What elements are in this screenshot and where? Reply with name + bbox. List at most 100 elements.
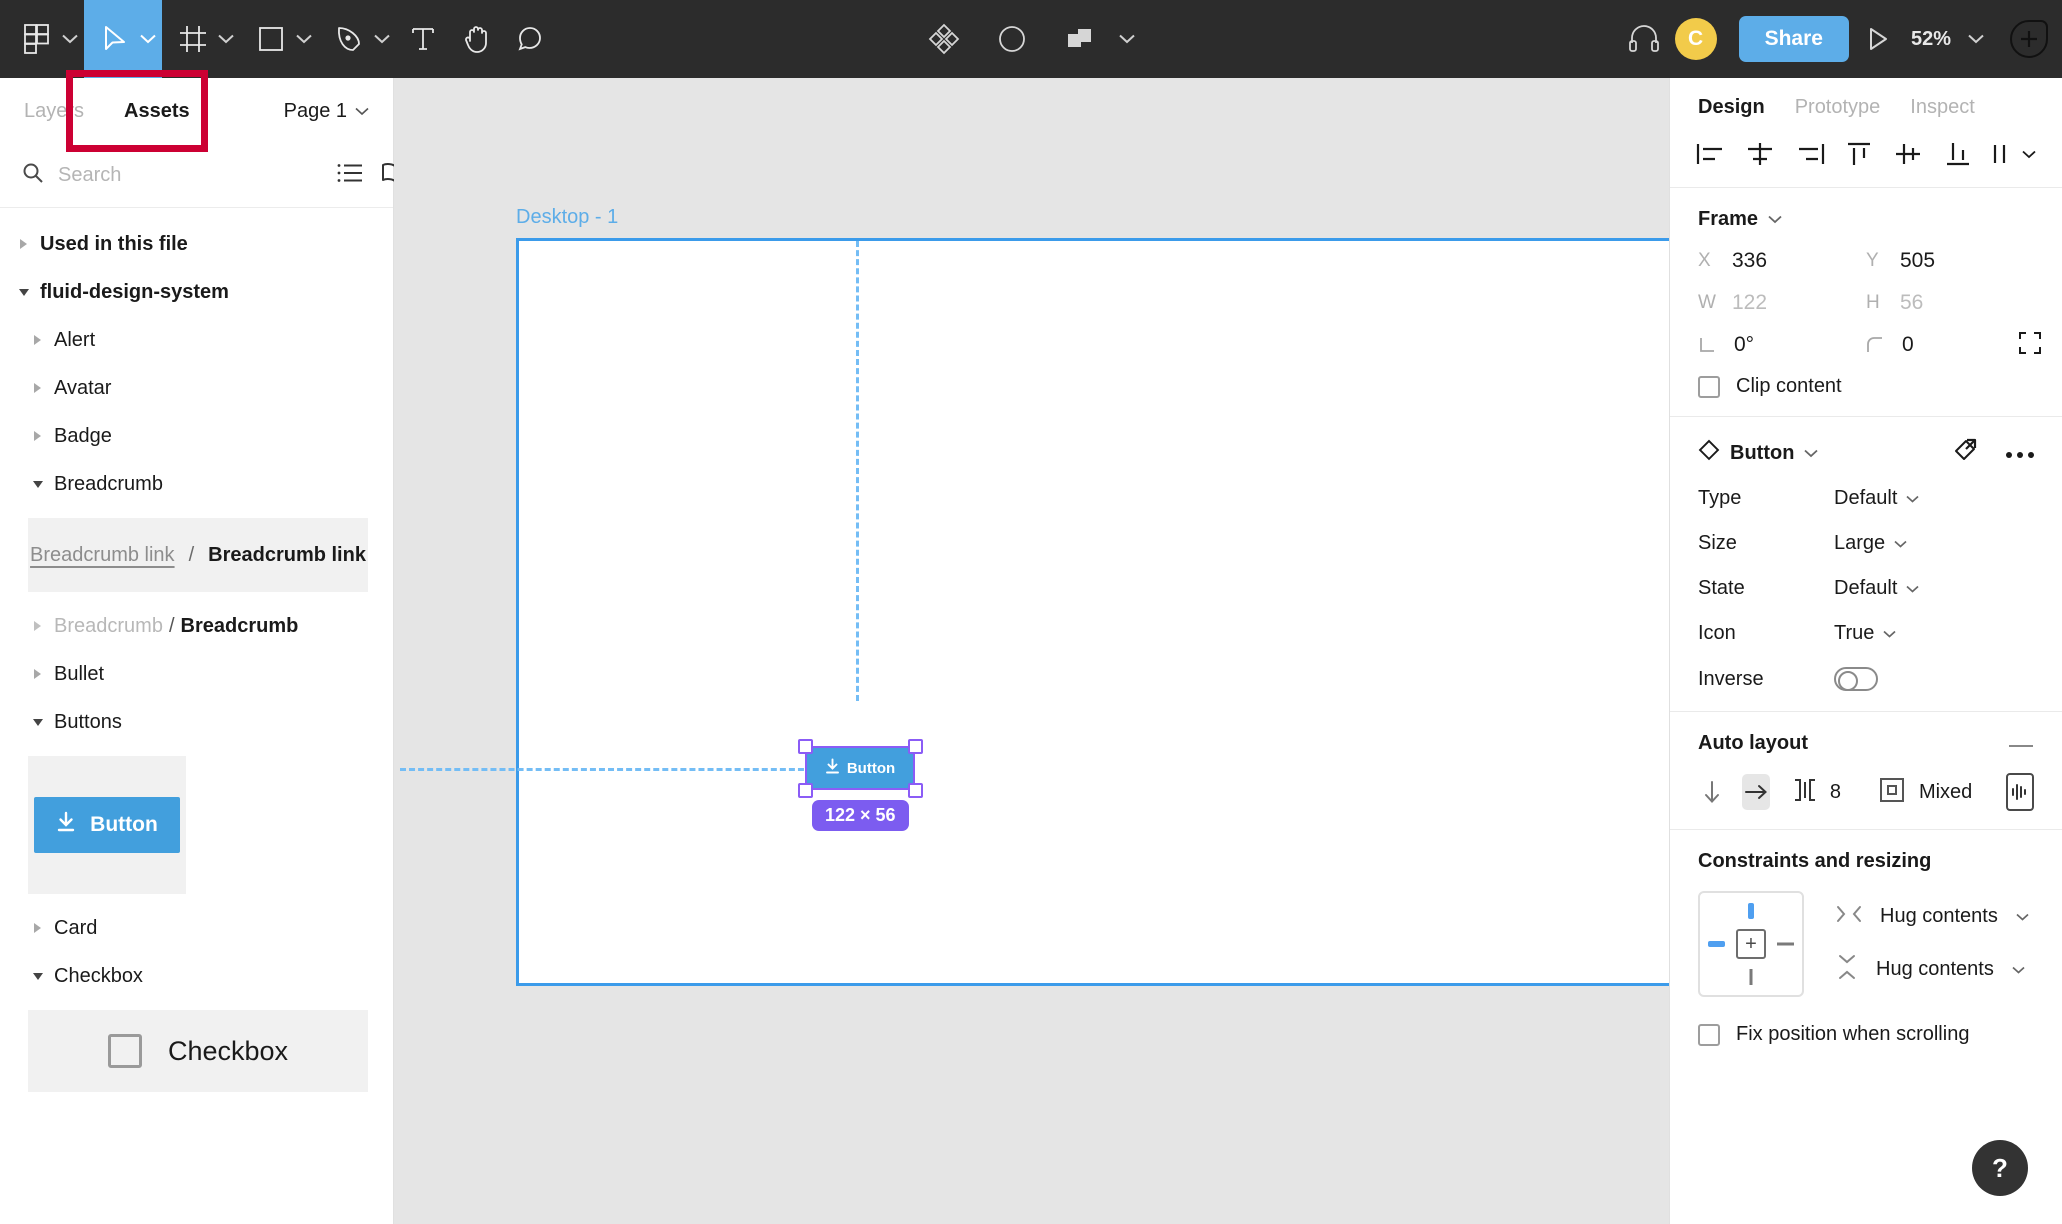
advanced-layout-icon[interactable] — [2006, 773, 2035, 811]
asset-group-used-in-this-file[interactable]: Used in this file — [0, 220, 393, 268]
align-left-icon[interactable] — [1696, 141, 1726, 167]
fix-position-checkbox[interactable] — [1698, 1023, 1720, 1046]
width-field[interactable]: W 122 — [1698, 291, 1866, 315]
align-top-icon[interactable] — [1844, 141, 1874, 167]
constraints-widget[interactable]: + — [1698, 891, 1804, 997]
tab-inspect[interactable]: Inspect — [1910, 96, 1974, 119]
clip-content-checkbox[interactable] — [1698, 375, 1720, 398]
property-icon-select[interactable]: True — [1834, 622, 1896, 645]
help-button[interactable]: ? — [1972, 1140, 2028, 1196]
frame-label[interactable]: Desktop - 1 — [516, 206, 618, 229]
resize-handle-top-left[interactable] — [798, 739, 813, 754]
desktop-frame[interactable] — [516, 238, 1669, 986]
align-vertical-center-icon[interactable] — [1893, 141, 1923, 167]
property-type-select[interactable]: Default — [1834, 487, 1919, 510]
constraint-right-indicator[interactable] — [1777, 942, 1794, 946]
asset-item-label: Alert — [54, 328, 96, 351]
asset-item-avatar[interactable]: Avatar — [0, 364, 393, 412]
independent-corners-icon[interactable] — [2018, 331, 2042, 360]
y-field[interactable]: Y 505 — [1866, 249, 2034, 273]
align-horizontal-center-icon[interactable] — [1745, 141, 1775, 167]
chevron-down-icon — [62, 34, 78, 44]
asset-item-checkbox[interactable]: Checkbox — [0, 952, 393, 1000]
present-play-icon[interactable] — [1861, 22, 1895, 56]
rotation-field[interactable]: 0° — [1698, 333, 1866, 357]
pen-tool-button[interactable] — [318, 0, 396, 78]
list-view-icon[interactable] — [337, 163, 363, 188]
text-tool-button[interactable] — [396, 0, 450, 78]
resize-handle-bottom-left[interactable] — [798, 783, 813, 798]
asset-item-badge[interactable]: Badge — [0, 412, 393, 460]
comment-tool-button[interactable] — [504, 0, 558, 78]
selected-button-instance[interactable]: Button — [805, 746, 915, 790]
property-state-select[interactable]: Default — [1834, 577, 1919, 600]
tab-design[interactable]: Design — [1698, 96, 1765, 119]
asset-item-bullet[interactable]: Bullet — [0, 650, 393, 698]
move-tool-button[interactable] — [84, 0, 162, 78]
constraint-center-icon[interactable]: + — [1736, 929, 1766, 959]
tab-prototype[interactable]: Prototype — [1795, 96, 1881, 119]
zoom-control[interactable]: 52% — [1899, 28, 1996, 51]
frame-tool-button[interactable] — [162, 0, 240, 78]
direction-vertical-button[interactable] — [1698, 774, 1726, 810]
constraint-left-indicator[interactable] — [1708, 941, 1725, 947]
design-canvas[interactable]: Desktop - 1 Button 122 × 56 — [394, 78, 1669, 1224]
chevron-down-icon[interactable] — [1804, 449, 1819, 458]
zoom-level-label: 52% — [1910, 27, 1951, 50]
chevron-right-icon — [28, 668, 48, 680]
asset-item-alert[interactable]: Alert — [0, 316, 393, 364]
breadcrumb-current: Breadcrumb link — [208, 543, 366, 566]
constraint-bottom-indicator[interactable] — [1749, 969, 1753, 985]
asset-item-card[interactable]: Card — [0, 904, 393, 952]
horizontal-resizing-select[interactable]: Hug contents — [1836, 903, 2029, 930]
clip-content-row[interactable]: Clip content — [1698, 375, 2034, 398]
height-field[interactable]: H 56 — [1866, 291, 2034, 315]
resize-handle-bottom-right[interactable] — [908, 783, 923, 798]
distribute-icon[interactable] — [1992, 141, 2036, 167]
property-inverse-toggle[interactable] — [1834, 667, 1878, 691]
breadcrumb-component-preview[interactable]: Breadcrumb link / Breadcrumb link — [28, 518, 368, 592]
chevron-down-icon[interactable] — [1768, 215, 1782, 224]
page-selector[interactable]: Page 1 — [284, 100, 369, 123]
components-icon[interactable] — [927, 22, 961, 56]
frame-tool-icon — [176, 22, 210, 56]
vertical-resizing-select[interactable]: Hug contents — [1836, 954, 2029, 985]
align-right-icon[interactable] — [1795, 141, 1825, 167]
asset-item-breadcrumb-nested[interactable]: Breadcrumb / Breadcrumb — [0, 602, 393, 650]
corner-radius-field[interactable]: 0 — [1866, 331, 2041, 357]
boolean-groups-button[interactable] — [1063, 22, 1135, 56]
swap-instance-icon[interactable] — [1952, 437, 1978, 469]
search-input[interactable] — [58, 164, 323, 187]
property-icon: Icon True — [1698, 622, 2034, 645]
mask-icon[interactable] — [995, 22, 1029, 56]
direction-horizontal-button[interactable] — [1741, 774, 1770, 810]
asset-group-fluid-design-system[interactable]: fluid-design-system — [0, 268, 393, 316]
minus-icon[interactable] — [2008, 732, 2034, 755]
button-component-preview[interactable]: Button — [28, 756, 186, 894]
tab-assets[interactable]: Assets — [124, 100, 190, 123]
resize-handle-top-right[interactable] — [908, 739, 923, 754]
asset-item-breadcrumb[interactable]: Breadcrumb — [0, 460, 393, 508]
align-bottom-icon[interactable] — [1943, 141, 1973, 167]
chevron-down-icon — [355, 107, 369, 115]
property-size-select[interactable]: Large — [1834, 532, 1907, 555]
fix-position-row[interactable]: Fix position when scrolling — [1698, 1023, 2034, 1046]
share-button[interactable]: Share — [1738, 16, 1849, 62]
headphones-icon[interactable] — [1627, 22, 1661, 56]
toolbar-right-controls: C Share 52% — [1627, 0, 2050, 78]
padding-field[interactable]: Mixed — [1879, 777, 1972, 808]
avatar[interactable]: C — [1674, 18, 1717, 60]
tab-layers[interactable]: Layers — [24, 100, 84, 123]
x-field[interactable]: X 336 — [1698, 249, 1866, 273]
checkbox-component-preview[interactable]: Checkbox — [28, 1010, 368, 1092]
hand-tool-button[interactable] — [450, 0, 504, 78]
main-menu-button[interactable] — [6, 0, 84, 78]
constraint-top-indicator[interactable] — [1748, 903, 1754, 919]
add-plugin-button[interactable] — [2008, 18, 2050, 60]
chevron-down-icon — [296, 34, 312, 44]
shape-tool-button[interactable] — [240, 0, 318, 78]
asset-item-label: Bullet — [54, 662, 105, 685]
asset-item-buttons[interactable]: Buttons — [0, 698, 393, 746]
gap-field[interactable]: 8 — [1792, 778, 1841, 807]
more-options-icon[interactable] — [2006, 442, 2034, 465]
